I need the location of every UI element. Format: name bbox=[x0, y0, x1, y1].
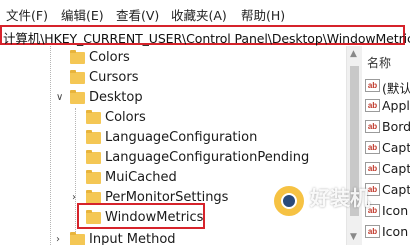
folder-icon bbox=[70, 232, 85, 245]
tree-node-desktop-colors[interactable]: Colors bbox=[0, 109, 346, 129]
value-entry-label: Capt bbox=[382, 161, 410, 176]
tree-node-label: LanguageConfigurationPending bbox=[105, 150, 310, 165]
menu-edit[interactable]: 编辑(E) bbox=[61, 5, 104, 24]
tree-node-label: LanguageConfiguration bbox=[105, 130, 258, 145]
column-header-name[interactable]: 名称 bbox=[367, 54, 391, 71]
string-value-icon: ab bbox=[365, 79, 380, 92]
value-entry-label: Capt bbox=[382, 140, 410, 155]
tree-node-label: Cursors bbox=[89, 70, 139, 85]
string-value-icon: ab bbox=[365, 162, 380, 175]
value-entry-label: Appl bbox=[382, 98, 410, 113]
tree-node-cursors[interactable]: Cursors bbox=[0, 69, 346, 89]
string-value-icon: ab bbox=[365, 120, 380, 133]
folder-icon bbox=[86, 150, 101, 164]
tree-node-label: Desktop bbox=[89, 90, 143, 105]
folder-icon bbox=[86, 170, 101, 184]
value-entry-label: (默认) bbox=[382, 81, 410, 96]
chevron-down-icon[interactable]: ∨ bbox=[56, 92, 63, 103]
string-value-icon: ab bbox=[365, 99, 380, 112]
menu-file[interactable]: 文件(F) bbox=[6, 5, 48, 24]
menu-bar: 文件(F) 编辑(E) 查看(V) 收藏夹(A) 帮助(H) bbox=[0, 0, 410, 27]
string-value-icon: ab bbox=[365, 141, 380, 154]
tree-node-language-configuration[interactable]: LanguageConfiguration bbox=[0, 129, 346, 149]
folder-icon bbox=[86, 110, 101, 124]
tree-node-desktop[interactable]: ∨ Desktop bbox=[0, 89, 346, 109]
menu-help[interactable]: 帮助(H) bbox=[241, 5, 285, 24]
chevron-right-icon[interactable]: › bbox=[56, 234, 60, 245]
selection-highlight bbox=[77, 203, 205, 229]
folder-icon bbox=[70, 70, 85, 84]
tree-node-label: MuiCached bbox=[105, 170, 177, 185]
tree-node-language-configuration-pending[interactable]: LanguageConfigurationPending bbox=[0, 149, 346, 169]
menu-view[interactable]: 查看(V) bbox=[116, 5, 159, 24]
watermark-logo-icon bbox=[272, 184, 306, 218]
address-path: 计算机\HKEY_CURRENT_USER\Control Panel\Desk… bbox=[3, 31, 410, 46]
address-bar[interactable]: 计算机\HKEY_CURRENT_USER\Control Panel\Desk… bbox=[0, 25, 410, 46]
folder-icon bbox=[70, 90, 85, 104]
chevron-right-icon[interactable]: › bbox=[72, 192, 76, 203]
scroll-up-icon[interactable]: ▲ bbox=[350, 49, 357, 59]
watermark-text: 好装机 bbox=[310, 186, 370, 210]
menu-favorites[interactable]: 收藏夹(A) bbox=[171, 5, 227, 24]
value-entry-label: Bord bbox=[382, 119, 410, 134]
tree-node-label: Colors bbox=[105, 110, 146, 125]
tree-node-label: Input Method bbox=[89, 232, 176, 245]
folder-icon bbox=[70, 50, 85, 64]
watermark: 好装机 bbox=[272, 176, 410, 245]
tree-node-colors[interactable]: Colors bbox=[0, 49, 346, 69]
tree-node-label: Colors bbox=[89, 50, 130, 65]
folder-icon bbox=[86, 130, 101, 144]
